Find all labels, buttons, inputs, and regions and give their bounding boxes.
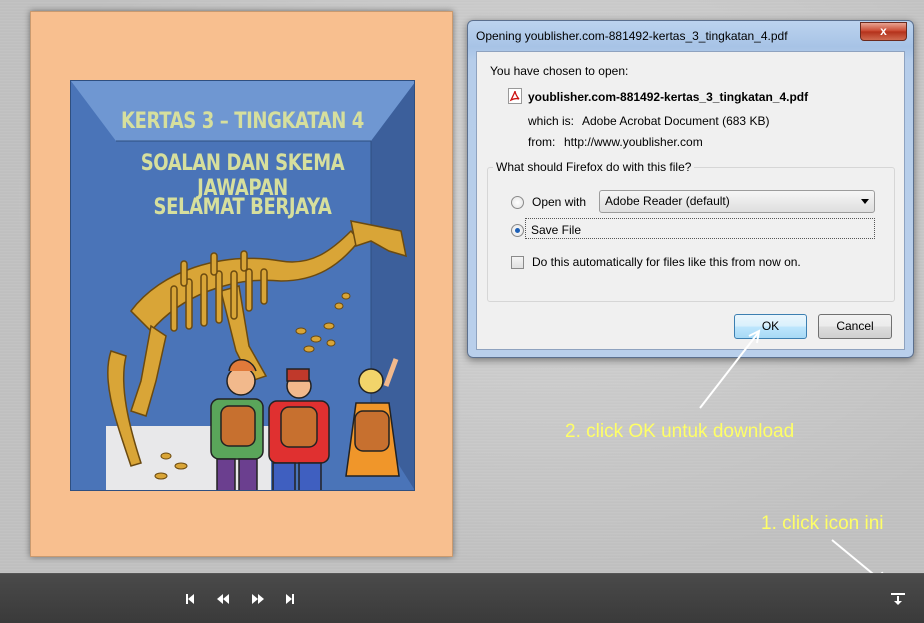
ok-arrow (699, 332, 759, 409)
download-icon[interactable] (890, 591, 906, 607)
rewind-icon[interactable] (215, 591, 231, 607)
fast-forward-icon[interactable] (250, 591, 266, 607)
last-page-icon[interactable] (282, 591, 298, 607)
annotation-step-1: 1. click icon ini (761, 513, 884, 534)
annotation-step-2: 2. click OK untuk download (565, 421, 795, 442)
first-page-icon[interactable] (182, 591, 198, 607)
viewer-toolbar (0, 573, 924, 623)
